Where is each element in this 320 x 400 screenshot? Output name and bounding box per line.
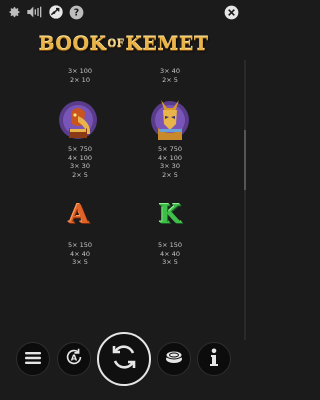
pay-line: 3× 5	[162, 258, 178, 266]
scrollbar[interactable]	[244, 60, 246, 340]
pay-line: 3× 40	[160, 67, 180, 75]
pay-line: 2× 5	[162, 170, 178, 179]
info-button[interactable]	[197, 342, 231, 376]
turbo-icon[interactable]	[48, 4, 64, 20]
pay-line: 2× 5	[162, 75, 178, 84]
info-icon	[209, 348, 219, 370]
ibis-god-icon	[57, 98, 99, 142]
pay-line: 5× 750	[157, 145, 183, 153]
pay-line: 5× 150	[67, 241, 93, 249]
game-logo: BOOK OF KEMET	[38, 30, 209, 58]
pay-line: 4× 40	[70, 249, 90, 258]
menu-button[interactable]	[16, 342, 50, 376]
paytable-right-row0: 3× 40 2× 5	[140, 67, 200, 84]
spin-button[interactable]	[97, 332, 151, 386]
gear-icon[interactable]	[6, 4, 22, 20]
sound-icon[interactable]	[26, 4, 42, 20]
paytable-left-row2: 5× 150 4× 40 3× 5	[50, 241, 110, 267]
paytable-left-row0: 3× 100 2× 10	[50, 67, 110, 84]
pay-line: 4× 40	[160, 249, 180, 258]
pay-line: 3× 100	[67, 67, 93, 75]
pay-line: 3× 30	[70, 162, 90, 170]
pay-line: 2× 5	[72, 170, 88, 179]
scrollbar-thumb[interactable]	[244, 130, 246, 190]
stake-button[interactable]	[157, 342, 191, 376]
pay-line: 3× 5	[72, 258, 88, 266]
autoplay-icon: A	[63, 346, 85, 372]
menu-icon	[25, 350, 41, 369]
jackal-god-icon	[148, 96, 192, 142]
spin-icon	[109, 342, 139, 376]
paytable-right-row2: 5× 150 4× 40 3× 5	[140, 241, 200, 267]
pay-line: 3× 30	[160, 162, 180, 170]
logo-text-book: BOOK	[38, 33, 107, 55]
svg-text:A: A	[71, 353, 78, 363]
help-icon[interactable]: ?	[68, 4, 84, 20]
logo-text-of: OF	[107, 38, 125, 50]
bottom-control-bar: A	[0, 330, 247, 400]
pay-line: 4× 100	[67, 153, 93, 162]
svg-text:?: ?	[73, 7, 78, 18]
paytable-left-row1: 5× 750 4× 100 3× 30 2× 5	[50, 145, 110, 179]
pay-line: 5× 750	[67, 145, 93, 153]
top-bar: ?	[0, 0, 247, 26]
coin-stake-icon	[164, 348, 184, 370]
pay-line: 2× 10	[70, 75, 90, 84]
close-icon[interactable]	[223, 4, 239, 20]
logo-text-kemet: KEMET	[125, 33, 209, 55]
pay-line: 4× 100	[157, 153, 183, 162]
pay-line: 5× 150	[157, 241, 183, 249]
letter-k-icon: K	[158, 200, 182, 230]
letter-a-icon: A	[68, 200, 90, 230]
paytable-right-row1: 5× 750 4× 100 3× 30 2× 5	[140, 145, 200, 179]
autoplay-button[interactable]: A	[57, 342, 91, 376]
